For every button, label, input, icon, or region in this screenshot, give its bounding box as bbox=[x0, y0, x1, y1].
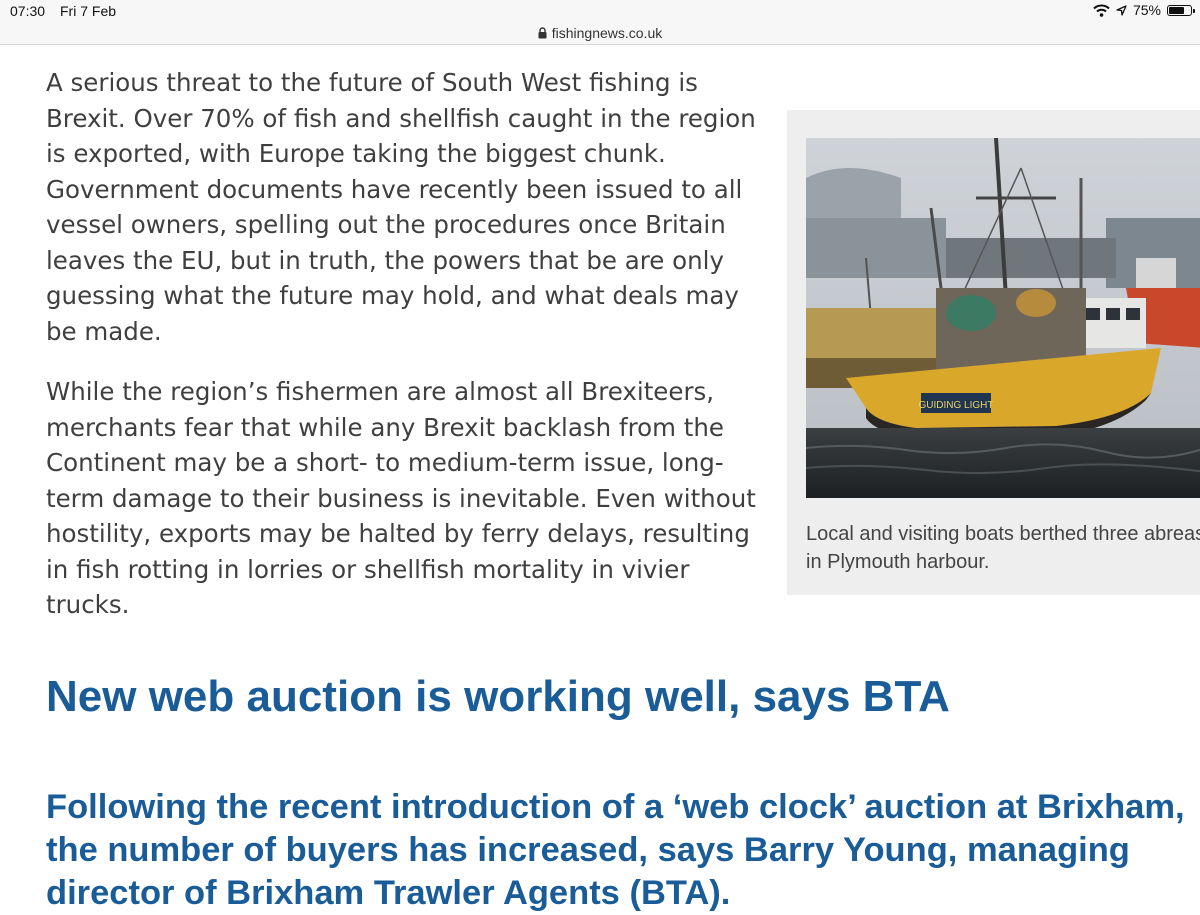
battery-icon bbox=[1167, 4, 1195, 16]
battery-percent: 75% bbox=[1132, 2, 1161, 18]
article-paragraph: While the region’s fishermen are almost … bbox=[46, 377, 756, 619]
harbour-photo[interactable]: GUIDING LIGHT bbox=[806, 138, 1200, 498]
status-date: Fri 7 Feb bbox=[60, 3, 117, 19]
article-figure: GUIDING LIGHT Local and visiting boats b… bbox=[787, 110, 1200, 595]
boat-name: GUIDING LIGHT bbox=[918, 400, 993, 411]
section-heading: New web auction is working well, says BT… bbox=[46, 672, 950, 721]
address-bar[interactable]: fishingnews.co.uk bbox=[0, 22, 1200, 45]
status-indicators: 75% bbox=[1093, 2, 1195, 18]
article-paragraph: A serious threat to the future of South … bbox=[46, 68, 756, 346]
wifi-icon bbox=[1093, 4, 1110, 17]
section-lead: Following the recent introduction of a ‘… bbox=[46, 788, 1185, 912]
figure-caption: Local and visiting boats berthed three a… bbox=[806, 523, 1200, 573]
location-arrow-icon bbox=[1116, 4, 1127, 16]
lock-icon bbox=[538, 27, 547, 39]
status-bar: 07:30 Fri 7 Feb 75% bbox=[0, 0, 1200, 22]
fishing-boats-image: GUIDING LIGHT bbox=[806, 138, 1200, 498]
url-domain: fishingnews.co.uk bbox=[551, 25, 663, 41]
status-time: 07:30 bbox=[10, 3, 46, 19]
